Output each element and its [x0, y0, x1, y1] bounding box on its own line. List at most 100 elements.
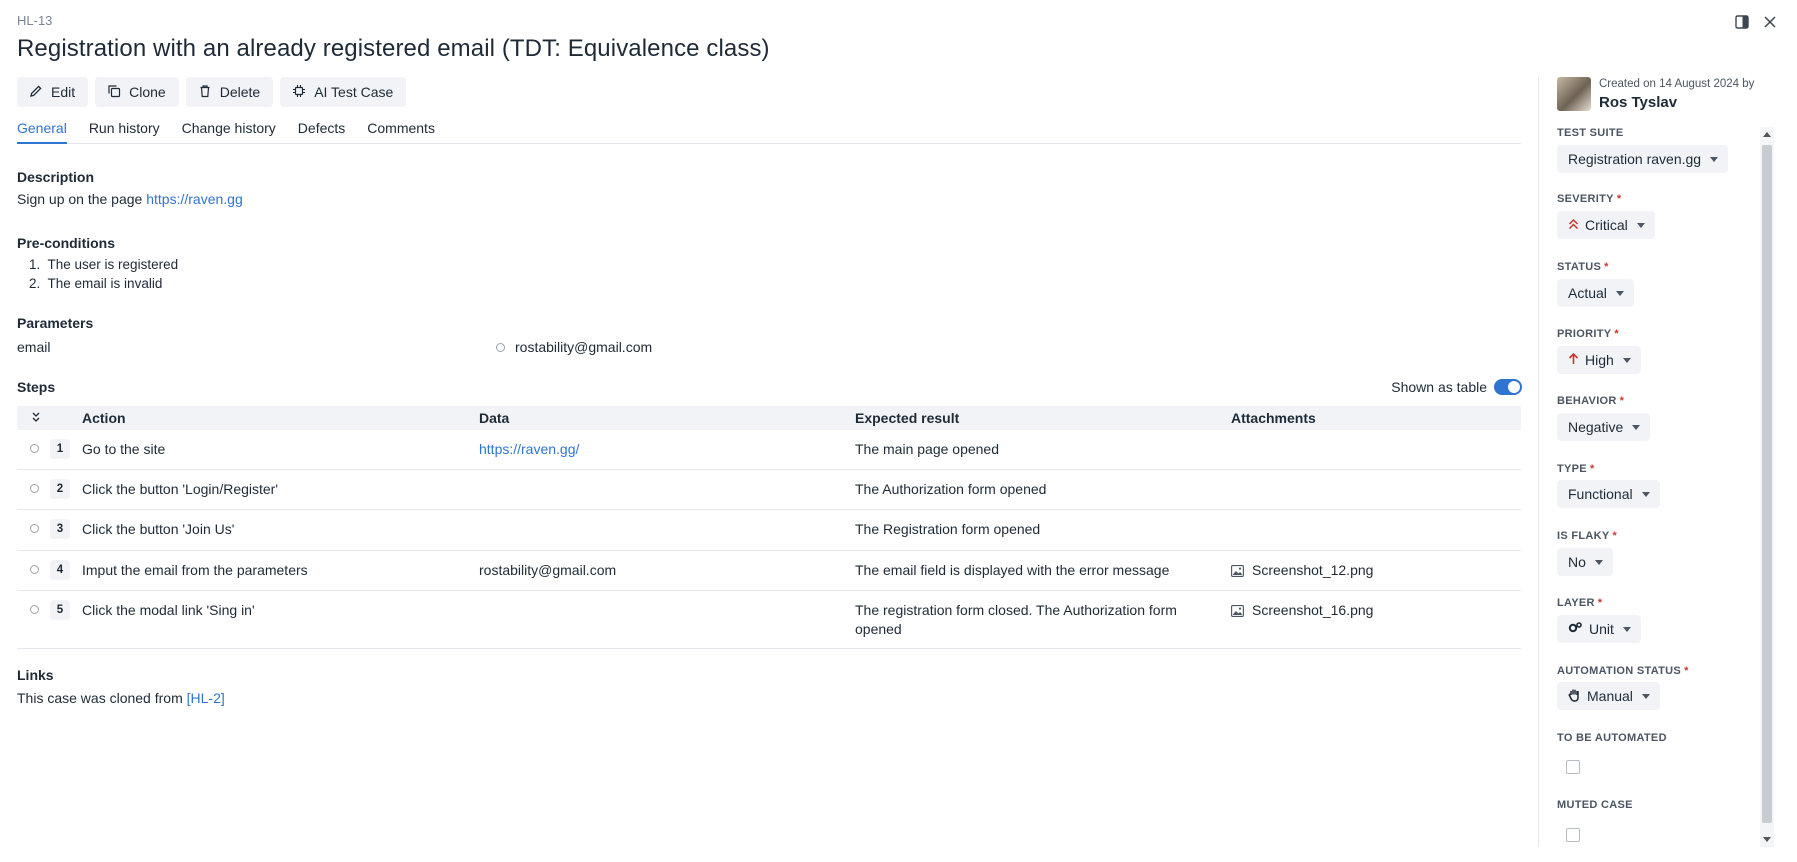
step-control: 4: [17, 551, 82, 590]
description-text: Sign up on the page https://raven.gg: [17, 191, 243, 207]
sidebar-scrollbar[interactable]: [1760, 127, 1774, 847]
automation-status-label-text: AUTOMATION STATUS: [1557, 665, 1682, 677]
double-chevron-up-icon: [1568, 217, 1579, 233]
priority-select[interactable]: High: [1557, 346, 1641, 374]
step-data: [479, 470, 855, 509]
avatar: [1557, 77, 1591, 111]
automation-status-select[interactable]: Manual: [1557, 682, 1660, 710]
collapse-all-cell: [17, 410, 82, 426]
chevron-down-icon: [1622, 357, 1631, 363]
tab-comments[interactable]: Comments: [367, 118, 435, 144]
window-controls: [1733, 13, 1779, 31]
step-data-link[interactable]: https://raven.gg/: [479, 430, 855, 469]
to-be-automated-checkbox[interactable]: [1566, 760, 1580, 774]
delete-label: Delete: [219, 84, 261, 100]
panel-divider: [1538, 77, 1539, 847]
description-body: Sign up on the page: [17, 191, 147, 207]
image-icon: [1231, 563, 1244, 582]
step-expected: The Registration form opened: [855, 521, 1041, 537]
tab-run-history[interactable]: Run history: [89, 118, 160, 144]
pencil-icon: [29, 84, 43, 101]
links-heading: Links: [17, 667, 54, 683]
tab-change-history[interactable]: Change history: [182, 118, 276, 144]
type-value: Functional: [1568, 486, 1633, 502]
chip-icon: [292, 84, 306, 101]
description-link[interactable]: https://raven.gg: [146, 191, 243, 207]
priority-value: High: [1585, 352, 1614, 368]
to-be-automated-label-text: TO BE AUTOMATED: [1557, 732, 1667, 744]
parameters-heading: Parameters: [17, 315, 94, 331]
parameter-radio-icon[interactable]: [496, 342, 505, 352]
chevron-down-icon: [1632, 424, 1641, 430]
layer-value: Unit: [1589, 621, 1614, 637]
description-heading: Description: [17, 169, 95, 185]
step-radio-icon[interactable]: [30, 605, 39, 614]
step-radio-icon[interactable]: [30, 444, 39, 453]
close-icon[interactable]: [1761, 13, 1779, 31]
scroll-thumb[interactable]: [1762, 145, 1772, 823]
status-value: Actual: [1568, 285, 1607, 301]
to-be-automated-label: TO BE AUTOMATED: [1557, 732, 1667, 744]
step-number: 1: [50, 439, 70, 459]
table-row[interactable]: 4 Imput the email from the parameters ro…: [17, 551, 1521, 591]
automation-status-label: AUTOMATION STATUS *: [1557, 665, 1689, 677]
status-select[interactable]: Actual: [1557, 279, 1634, 307]
scroll-down-icon[interactable]: [1763, 837, 1771, 842]
collapse-all-icon[interactable]: [30, 410, 42, 426]
behavior-value: Negative: [1568, 419, 1624, 435]
cloned-from-link[interactable]: [HL-2]: [187, 690, 225, 706]
step-control: 2: [17, 470, 82, 509]
created-info: Created on 14 August 2024 by: [1599, 78, 1755, 90]
chevron-down-icon: [1615, 290, 1624, 296]
steps-heading: Steps: [17, 379, 56, 395]
scroll-up-icon[interactable]: [1763, 132, 1771, 137]
muted-case-checkbox[interactable]: [1566, 828, 1580, 842]
step-radio-icon[interactable]: [30, 524, 39, 533]
severity-label: SEVERITY *: [1557, 193, 1621, 205]
copy-icon: [107, 84, 121, 101]
step-action: Click the button 'Login/Register': [82, 481, 279, 497]
severity-select[interactable]: Critical: [1557, 211, 1655, 239]
step-radio-icon[interactable]: [30, 565, 39, 574]
chevron-down-icon: [1641, 693, 1650, 699]
layer-select[interactable]: Unit: [1557, 615, 1641, 643]
required-mark: *: [1597, 597, 1603, 609]
severity-label-text: SEVERITY: [1557, 193, 1614, 205]
step-expected: The email field is displayed with the er…: [855, 562, 1170, 578]
clone-button[interactable]: Clone: [95, 77, 179, 107]
test-suite-label-text: TEST SUITE: [1557, 127, 1624, 139]
chevron-down-icon: [1622, 626, 1631, 632]
delete-button[interactable]: Delete: [185, 77, 274, 107]
table-row[interactable]: 1 Go to the site https://raven.gg/ The m…: [17, 430, 1521, 470]
column-header-expected: Expected result: [855, 410, 960, 426]
ai-test-case-button[interactable]: AI Test Case: [280, 77, 407, 107]
behavior-select[interactable]: Negative: [1557, 413, 1651, 441]
step-radio-icon[interactable]: [30, 484, 39, 493]
required-mark: *: [1604, 261, 1609, 273]
test-suite-select[interactable]: Registration raven.gg: [1557, 145, 1729, 173]
test-suite-label: TEST SUITE: [1557, 127, 1624, 139]
is-flaky-select[interactable]: No: [1557, 548, 1613, 576]
type-select[interactable]: Functional: [1557, 480, 1660, 508]
creator-name: Ros Tyslav: [1599, 94, 1678, 111]
status-label-text: STATUS: [1557, 261, 1602, 273]
column-header-data: Data: [479, 410, 510, 426]
table-row[interactable]: 2 Click the button 'Login/Register' The …: [17, 470, 1521, 510]
precondition-text: The user is registered: [47, 257, 179, 272]
sidebar-toggle-icon[interactable]: [1733, 13, 1751, 31]
column-header-action: Action: [82, 410, 126, 426]
edit-button[interactable]: Edit: [17, 77, 89, 107]
edit-label: Edit: [51, 84, 76, 100]
shown-as-table-toggle[interactable]: [1494, 379, 1522, 395]
priority-label-text: PRIORITY: [1557, 328, 1612, 340]
step-attachment[interactable]: Screenshot_16.png: [1231, 591, 1521, 648]
step-action: Click the button 'Join Us': [82, 521, 235, 537]
tab-defects[interactable]: Defects: [298, 118, 345, 144]
table-row[interactable]: 5 Click the modal link 'Sing in' The reg…: [17, 591, 1521, 649]
step-attachment[interactable]: Screenshot_12.png: [1231, 551, 1521, 590]
table-row[interactable]: 3 Click the button 'Join Us' The Registr…: [17, 510, 1521, 551]
priority-label: PRIORITY *: [1557, 328, 1619, 340]
step-control: 1: [17, 430, 82, 469]
tab-general[interactable]: General: [17, 118, 67, 144]
is-flaky-label-text: IS FLAKY: [1557, 530, 1610, 542]
